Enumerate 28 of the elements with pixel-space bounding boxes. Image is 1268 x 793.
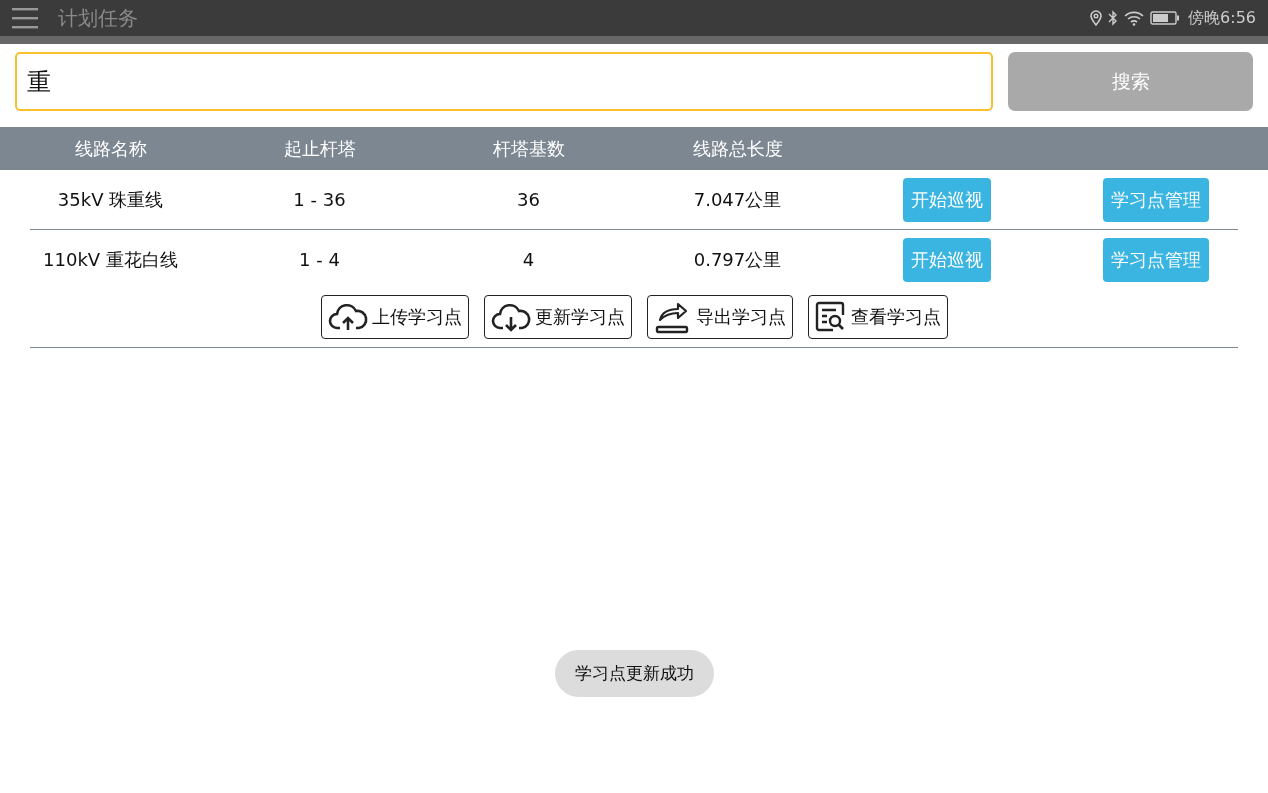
cloud-upload-icon xyxy=(327,302,368,332)
table-cell-text: 4 xyxy=(521,249,536,270)
table-cell-text: 1 - 36 xyxy=(292,189,347,210)
search-field[interactable]: 重 xyxy=(15,52,993,111)
table-cell-text: 7.047公里 xyxy=(692,187,783,212)
action-button[interactable]: 更新学习点 xyxy=(483,295,632,339)
wifi-icon xyxy=(1124,10,1145,26)
table-cell-text: 0.797公里 xyxy=(692,247,783,272)
cloud-download-icon xyxy=(490,302,531,332)
table-cell-text: 35kV 珠重线 xyxy=(56,187,165,212)
column-header: 线路总长度 xyxy=(691,136,784,161)
menu-icon[interactable] xyxy=(12,7,38,29)
screen-title: 计划任务 xyxy=(58,4,138,32)
action-button[interactable]: 上传学习点 xyxy=(320,295,469,339)
toast-message: 学习点更新成功 xyxy=(554,650,714,697)
table-cell-text: 110kV 重花白线 xyxy=(42,247,179,272)
table-cell-text: 1 - 4 xyxy=(298,249,341,270)
column-header: 线路名称 xyxy=(73,136,148,161)
column-header: 杆塔基数 xyxy=(491,136,566,161)
bluetooth-icon xyxy=(1108,10,1119,26)
battery-icon xyxy=(1150,11,1181,25)
document-search-icon xyxy=(814,301,847,333)
location-icon xyxy=(1090,10,1103,26)
clock-time: 傍晚6:56 xyxy=(1188,7,1256,29)
table-cell-text: 36 xyxy=(516,189,541,210)
column-header: 起止杆塔 xyxy=(282,136,357,161)
action-button[interactable]: 查看学习点 xyxy=(807,295,948,339)
action-button[interactable]: 导出学习点 xyxy=(646,295,793,339)
